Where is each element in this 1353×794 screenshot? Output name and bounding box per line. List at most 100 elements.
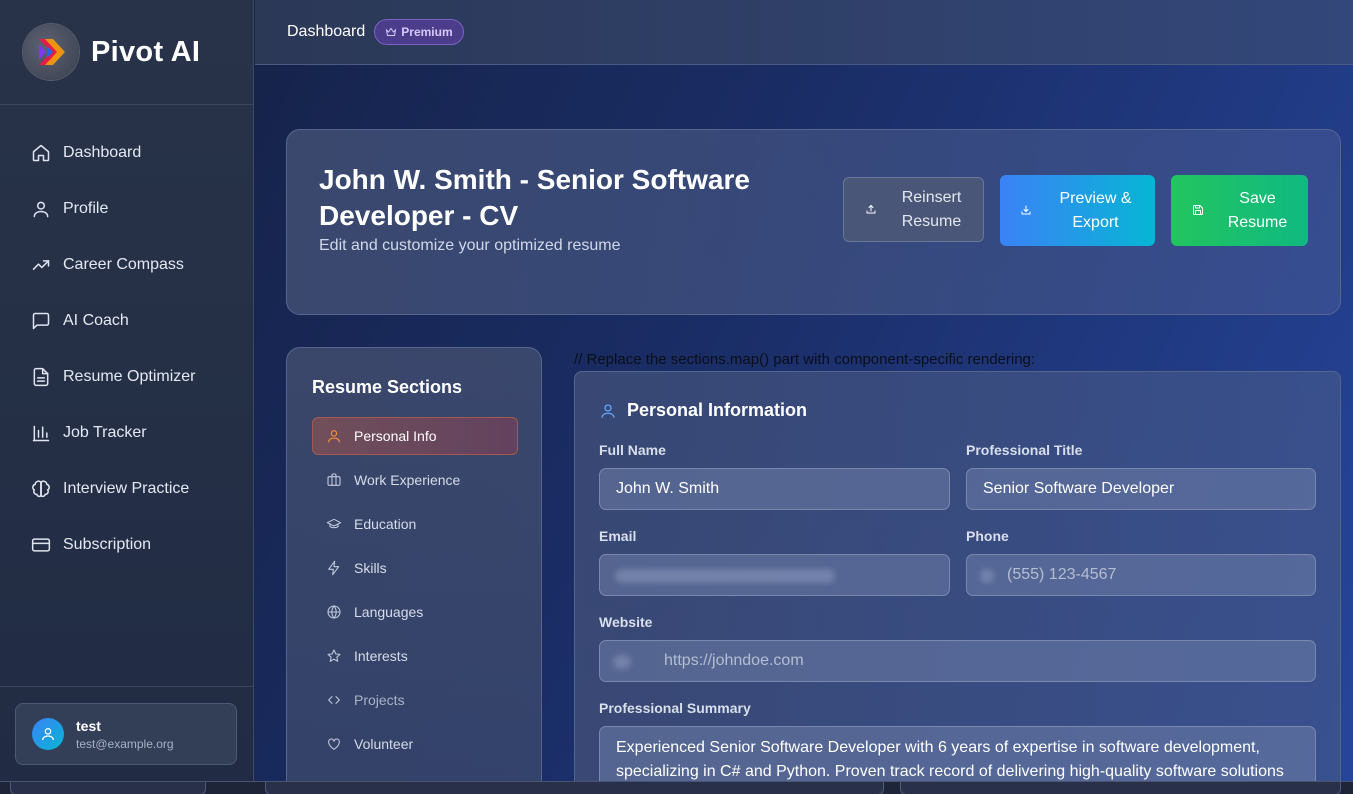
credit-card-icon (31, 535, 51, 555)
page-title: John W. Smith - Senior Software Develope… (319, 164, 750, 231)
full-name-input[interactable] (599, 468, 950, 510)
pivot-logo-icon[interactable] (23, 24, 79, 80)
section-item-label: Work Experience (354, 472, 461, 488)
avatar (32, 718, 64, 750)
website-input[interactable] (599, 640, 1316, 682)
section-item-label: Interests (354, 648, 408, 664)
user-icon (601, 403, 615, 418)
zap-icon (326, 560, 342, 576)
email-redacted (615, 569, 835, 583)
sidebar-item-label: Job Tracker (63, 424, 147, 441)
star-icon (326, 648, 342, 664)
section-item-interests[interactable]: Interests (312, 637, 518, 675)
user-email: test@example.org (76, 736, 174, 751)
user-area: test test@example.org (0, 686, 253, 781)
form-title: Personal Information (599, 400, 807, 421)
section-item-work-experience[interactable]: Work Experience (312, 461, 518, 499)
sections-title: Resume Sections (312, 377, 463, 397)
professional-title-label: Professional Title (966, 442, 1083, 458)
message-square-icon (31, 311, 51, 331)
sidebar-item-label: Career Compass (63, 256, 184, 273)
file-text-icon (31, 367, 51, 387)
user-name: test (76, 717, 101, 734)
preview-export-button[interactable]: Preview & Export (1000, 175, 1155, 246)
summary-label: Professional Summary (599, 700, 751, 716)
upload-icon (865, 203, 879, 217)
section-item-personal-info[interactable]: Personal Info (312, 417, 518, 455)
sidebar-item-career-compass[interactable]: Career Compass (0, 237, 253, 293)
user-icon (42, 728, 54, 741)
reinsert-resume-button[interactable]: Reinsert Resume (843, 177, 984, 242)
brain-icon (31, 479, 51, 499)
trending-up-icon (31, 255, 51, 275)
download-icon (1020, 204, 1034, 218)
sidebar-item-ai-coach[interactable]: AI Coach (0, 293, 253, 349)
section-item-skills[interactable]: Skills (312, 549, 518, 587)
sidebar-item-dashboard[interactable]: Dashboard (0, 125, 253, 181)
home-icon (31, 143, 51, 163)
sidebar-item-label: AI Coach (63, 312, 129, 329)
briefcase-icon (326, 472, 342, 488)
bottom-strip (0, 781, 1353, 794)
graduation-cap-icon (326, 516, 342, 532)
sidebar-item-label: Profile (63, 200, 109, 217)
save-resume-label: Save Resume (1227, 189, 1288, 231)
sidebar-item-interview-practice[interactable]: Interview Practice (0, 461, 253, 517)
code-note: // Replace the sections.map() part with … (574, 351, 1036, 368)
code-icon (326, 692, 342, 708)
section-item-projects[interactable]: Projects (312, 681, 518, 719)
bar-chart-icon (31, 423, 51, 443)
email-label: Email (599, 528, 637, 544)
globe-icon (613, 655, 631, 669)
professional-title-input[interactable] (966, 468, 1316, 510)
section-item-label: Skills (354, 560, 387, 576)
form-title-label: Personal Information (627, 400, 808, 420)
preview-export-label: Preview & Export (1059, 189, 1132, 231)
section-item-label: Personal Info (354, 428, 437, 444)
sidebar-item-label: Subscription (63, 536, 152, 553)
sidebar-item-label: Interview Practice (63, 480, 190, 497)
sidebar-item-label: Dashboard (63, 144, 142, 161)
section-item-languages[interactable]: Languages (312, 593, 518, 631)
sidebar-item-job-tracker[interactable]: Job Tracker (0, 405, 253, 461)
section-item-label: Education (354, 516, 417, 532)
topbar: Dashboard Premium (255, 0, 1353, 65)
crown-icon (386, 27, 397, 36)
user-icon (326, 428, 342, 444)
personal-info-form: Personal Information Full Name Professio… (574, 371, 1341, 794)
premium-badge-label: Premium (401, 25, 453, 39)
premium-badge: Premium (374, 19, 464, 45)
section-item-volunteer[interactable]: Volunteer (312, 725, 518, 763)
heart-icon (326, 736, 342, 752)
app-name: Pivot AI (91, 35, 201, 68)
user-icon (31, 199, 51, 219)
sections-list: Personal Info Work Experience Education … (312, 417, 518, 769)
save-resume-button[interactable]: Save Resume (1171, 175, 1308, 246)
phone-icon (980, 569, 994, 583)
section-item-label: Volunteer (354, 736, 414, 752)
bottom-segment (10, 782, 206, 794)
phone-label: Phone (966, 528, 1009, 544)
user-card[interactable]: test test@example.org (15, 703, 237, 765)
bottom-segment (900, 782, 1341, 794)
section-item-label: Languages (354, 604, 424, 620)
sidebar-nav: Dashboard Profile Career Compass AI Coac… (0, 105, 253, 573)
globe-icon (326, 604, 342, 620)
section-item-education[interactable]: Education (312, 505, 518, 543)
reinsert-resume-label: Reinsert Resume (901, 188, 962, 230)
bottom-segment (265, 782, 884, 794)
resume-header-card: John W. Smith - Senior Software Develope… (286, 129, 1341, 315)
sidebar-item-label: Resume Optimizer (63, 368, 196, 385)
sidebar-item-subscription[interactable]: Subscription (0, 517, 253, 573)
full-name-label: Full Name (599, 442, 666, 458)
resume-sections-panel: Resume Sections Personal Info Work Exper… (286, 347, 542, 794)
save-icon (1192, 204, 1206, 218)
section-item-label: Projects (354, 692, 405, 708)
sidebar-item-profile[interactable]: Profile (0, 181, 253, 237)
brand: Pivot AI (0, 0, 253, 105)
website-label: Website (599, 614, 653, 630)
sidebar-item-resume-optimizer[interactable]: Resume Optimizer (0, 349, 253, 405)
page-subtitle: Edit and customize your optimized resume (319, 237, 621, 254)
phone-input[interactable] (966, 554, 1316, 596)
breadcrumb[interactable]: Dashboard (287, 23, 365, 41)
